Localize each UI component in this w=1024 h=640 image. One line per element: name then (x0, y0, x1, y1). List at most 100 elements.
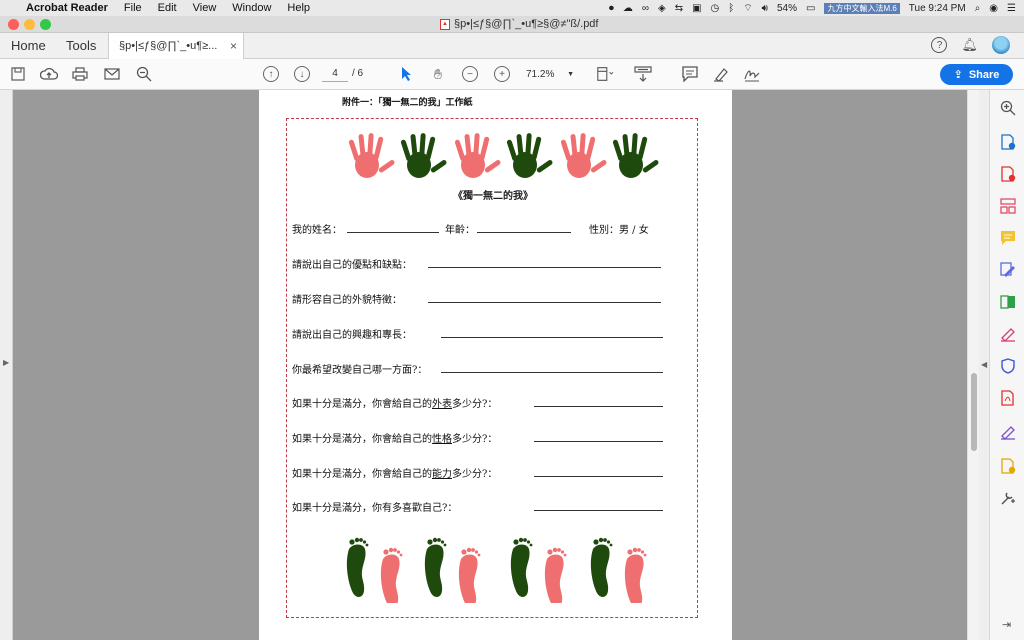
menu-app-name[interactable]: Acrobat Reader (26, 2, 108, 14)
answer-line (534, 510, 663, 511)
battery-percent[interactable]: 54% (777, 3, 797, 14)
age-label: 年齡： (445, 225, 475, 236)
tab-document[interactable]: §p•|≤ƒ§@∏`_•u¶≥... × (108, 33, 244, 59)
acrobat-pdf-tool-icon[interactable] (1000, 390, 1016, 406)
vertical-scrollbar[interactable] (967, 90, 979, 640)
answer-line (441, 337, 663, 338)
next-page-icon[interactable]: ↓ (294, 66, 310, 82)
scrollbar-thumb[interactable] (971, 373, 977, 451)
comment-tool-icon[interactable] (1000, 230, 1016, 246)
close-window-button[interactable] (8, 19, 19, 30)
document-viewer[interactable]: 附件一：「獨一無二的我」工作紙 《獨一無二的我》 我的姓名： 年齡： 性別：男 … (13, 90, 967, 640)
upload-cloud-icon[interactable] (40, 65, 58, 83)
zoom-window-button[interactable] (40, 19, 51, 30)
pink-footprint-icon (458, 547, 481, 603)
green-hand-icon (506, 132, 554, 178)
collapse-tools-pane-icon[interactable]: ⇥ (1002, 618, 1011, 631)
share-icon: ⇪ (953, 69, 963, 81)
green-hand-icon (400, 132, 448, 178)
save-icon[interactable] (9, 65, 27, 83)
expand-left-panel-icon[interactable]: ▶ (3, 358, 9, 367)
scrolling-mode-icon[interactable] (634, 65, 652, 83)
zoom-level-value: 71.2% (526, 68, 555, 80)
creative-cloud-icon[interactable]: ∞ (642, 3, 649, 14)
help-icon[interactable]: ? (931, 37, 948, 53)
record-icon[interactable]: ⏺ (609, 3, 614, 14)
pdf-page: 附件一：「獨一無二的我」工作紙 《獨一無二的我》 我的姓名： 年齡： 性別：男 … (259, 90, 732, 640)
zoom-in-icon[interactable]: + (494, 66, 510, 82)
menu-edit[interactable]: Edit (158, 2, 177, 14)
bluetooth-icon[interactable]: ᛒ (728, 3, 734, 14)
volume-icon[interactable]: 🔊︎ (762, 3, 768, 14)
window-title-text: §p•|≤ƒ§@∏`_•u¶≥§@≠"ß/.pdf (454, 18, 599, 30)
search-zoom-tool-icon[interactable] (1000, 100, 1016, 116)
minimize-window-button[interactable] (24, 19, 35, 30)
name-line (347, 232, 439, 233)
menu-help[interactable]: Help (287, 2, 310, 14)
select-cursor-icon[interactable] (398, 65, 416, 83)
pink-footprint-icon (624, 547, 647, 603)
menu-view[interactable]: View (193, 2, 217, 14)
email-icon[interactable] (103, 65, 121, 83)
edit-pdf-tool-icon[interactable] (1000, 262, 1016, 278)
siri-icon[interactable]: ◉ (989, 3, 998, 14)
protect-tool-icon[interactable] (1000, 358, 1016, 374)
time-machine-icon[interactable]: ◷ (711, 3, 720, 14)
notification-center-icon[interactable]: ☰ (1007, 3, 1016, 14)
name-label: 我的姓名： (292, 225, 342, 236)
battery-icon[interactable]: ▭ (806, 3, 815, 14)
teamviewer-icon[interactable]: ⇆ (675, 3, 683, 14)
vpn-icon[interactable]: ▣ (692, 3, 701, 14)
print-icon[interactable] (71, 65, 89, 83)
zoom-level-select[interactable]: 71.2% ▼ (522, 66, 578, 82)
wifi-icon[interactable]: ⌔ (743, 2, 752, 15)
dropbox-icon[interactable]: ◈ (658, 3, 666, 14)
comment-icon[interactable] (681, 65, 699, 83)
export-pdf-tool-icon[interactable] (1000, 134, 1016, 150)
signature-tool-icon[interactable] (1000, 424, 1016, 440)
question-appearance: 請形容自己的外貌特徵： (292, 295, 402, 306)
zoom-search-icon[interactable] (135, 65, 153, 83)
page-number-input[interactable] (322, 66, 348, 82)
avatar[interactable] (992, 36, 1010, 54)
page-fit-icon[interactable] (596, 65, 614, 83)
tab-tools[interactable]: Tools (66, 38, 96, 53)
status-area: ⏺ ☁ ∞ ◈ ⇆ ▣ ◷ ᛒ ⌔ 🔊︎ 54% ▭ 九方中文輸入法M.6 Tu… (609, 0, 1016, 16)
previous-page-icon[interactable]: ↑ (263, 66, 279, 82)
send-for-review-tool-icon[interactable] (1000, 458, 1016, 474)
account-icons: ? 🔔︎ (931, 36, 1010, 54)
menu-file[interactable]: File (124, 2, 142, 14)
right-panel-collapse[interactable]: ◀ (979, 90, 989, 640)
question-self-love: 如果十分是滿分，你有多喜歡自己?： (292, 503, 458, 514)
organize-pages-tool-icon[interactable] (1000, 198, 1016, 214)
close-tab-icon[interactable]: × (230, 39, 237, 53)
zoom-out-icon[interactable]: − (462, 66, 478, 82)
worksheet-border: 《獨一無二的我》 我的姓名： 年齡： 性別：男 / 女 請說出自己的優點和缺點：… (286, 118, 698, 618)
menu-window[interactable]: Window (232, 2, 271, 14)
green-footprint-icon (424, 537, 447, 597)
left-panel-collapse[interactable]: ▶ (0, 90, 13, 640)
green-footprint-icon (510, 537, 533, 597)
collapse-right-panel-icon[interactable]: ◀ (981, 360, 987, 369)
spotlight-icon[interactable]: ⌕ (975, 3, 981, 14)
create-pdf-tool-icon[interactable] (1000, 166, 1016, 182)
question-strengths: 請說出自己的優點和缺點： (292, 260, 412, 271)
fill-sign-tool-icon[interactable] (1000, 326, 1016, 342)
pdf-file-icon: ▲ (440, 18, 450, 30)
combine-files-tool-icon[interactable] (1000, 294, 1016, 310)
cloud-icon[interactable]: ☁ (623, 3, 633, 14)
sign-icon[interactable] (743, 65, 761, 83)
highlight-pen-icon[interactable] (712, 65, 730, 83)
notifications-bell-icon[interactable]: 🔔︎ (961, 37, 978, 53)
more-tools-icon[interactable] (1000, 490, 1016, 506)
answer-line (428, 267, 661, 268)
tools-pane: ⇥ (989, 90, 1024, 640)
clock[interactable]: Tue 9:24 PM (909, 3, 966, 14)
green-hand-icon (612, 132, 660, 178)
macos-menubar: Acrobat Reader File Edit View Window Hel… (0, 0, 1024, 16)
pink-footprint-icon (380, 547, 403, 603)
input-method[interactable]: 九方中文輸入法M.6 (824, 2, 900, 14)
hand-tool-icon[interactable]: ✋︎ (429, 65, 447, 83)
share-button[interactable]: ⇪ Share (940, 64, 1013, 85)
tab-home[interactable]: Home (11, 38, 46, 53)
